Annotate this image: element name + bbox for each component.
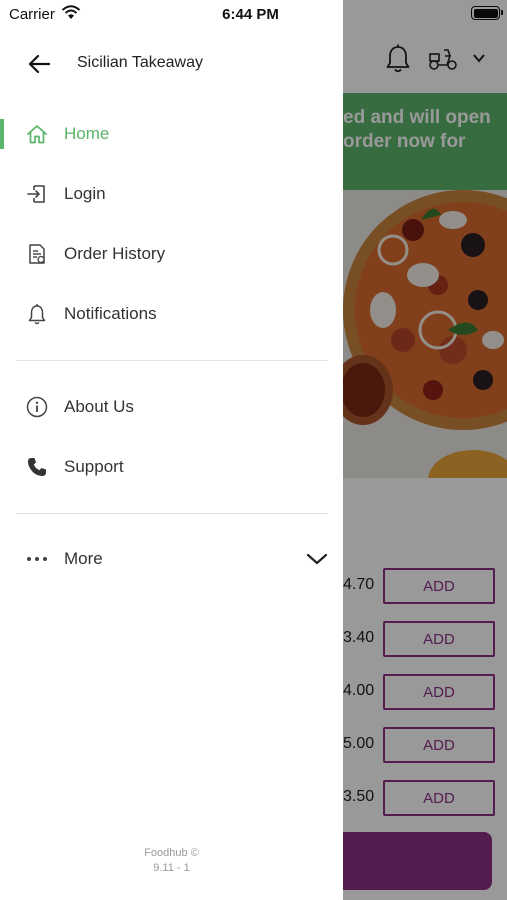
chevron-down-icon[interactable]: [306, 552, 328, 566]
menu-item-notifications[interactable]: Notifications: [0, 286, 343, 342]
menu-item-home[interactable]: Home: [0, 106, 343, 162]
store-name: Sicilian Takeaway: [77, 54, 203, 71]
clock: 6:44 PM: [222, 6, 279, 23]
menu-item-label: Notifications: [64, 304, 157, 323]
more-dots-icon: [26, 548, 48, 570]
menu-item-more[interactable]: More: [0, 531, 343, 587]
status-time-wrap: 6:44 PM: [0, 6, 507, 23]
menu-item-label: Home: [64, 124, 110, 143]
menu-item-label: Order History: [64, 244, 166, 263]
divider: [16, 360, 328, 361]
info-icon: [26, 396, 48, 418]
app-footer: Foodhub © 9.11 - 1: [0, 846, 343, 876]
phone-icon: [26, 456, 48, 478]
login-icon: [26, 183, 48, 205]
menu-item-login[interactable]: Login: [0, 166, 343, 222]
menu-item-about-us[interactable]: About Us: [0, 379, 343, 435]
order-history-icon: [26, 243, 48, 265]
home-icon: [26, 123, 48, 145]
bell-icon: [26, 303, 48, 325]
arrow-left-icon: [28, 54, 50, 74]
menu-item-label: About Us: [64, 397, 134, 416]
active-indicator: [0, 119, 4, 149]
menu-item-label: Login: [64, 184, 106, 203]
menu-item-label: More: [64, 549, 103, 568]
menu-item-order-history[interactable]: Order History: [0, 226, 343, 282]
navigation-drawer: Carrier Sicilian Takeaway Home Login Ord…: [0, 0, 343, 900]
menu-item-support[interactable]: Support: [0, 439, 343, 495]
menu-item-label: Support: [64, 457, 124, 476]
divider: [16, 513, 328, 514]
back-button[interactable]: [22, 49, 56, 79]
drawer-scrim[interactable]: [343, 0, 507, 900]
app-version: 9.11 - 1: [153, 862, 190, 874]
brand-copyright: Foodhub ©: [144, 847, 199, 859]
